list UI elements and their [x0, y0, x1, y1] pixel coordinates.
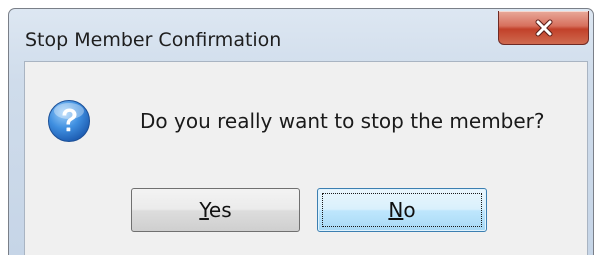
dialog-window: Stop Member Confirmation Do you really w…: [8, 8, 594, 255]
dialog-content: Do you really want to stop the member? Y…: [24, 61, 588, 255]
dialog-title: Stop Member Confirmation: [25, 29, 282, 51]
yes-mnemonic: Y: [199, 198, 209, 222]
yes-button-label: Yes: [199, 198, 231, 222]
no-mnemonic: N: [388, 198, 404, 222]
no-button-label: No: [388, 198, 415, 222]
question-icon: [48, 100, 90, 142]
close-icon: [535, 19, 552, 36]
confirmation-message: Do you really want to stop the member?: [140, 109, 545, 133]
no-label-rest: o: [403, 198, 416, 222]
no-button[interactable]: No: [317, 188, 487, 232]
close-button[interactable]: [498, 11, 589, 45]
title-bar[interactable]: Stop Member Confirmation: [9, 9, 593, 61]
yes-label-rest: es: [208, 198, 232, 222]
yes-button[interactable]: Yes: [131, 188, 300, 232]
